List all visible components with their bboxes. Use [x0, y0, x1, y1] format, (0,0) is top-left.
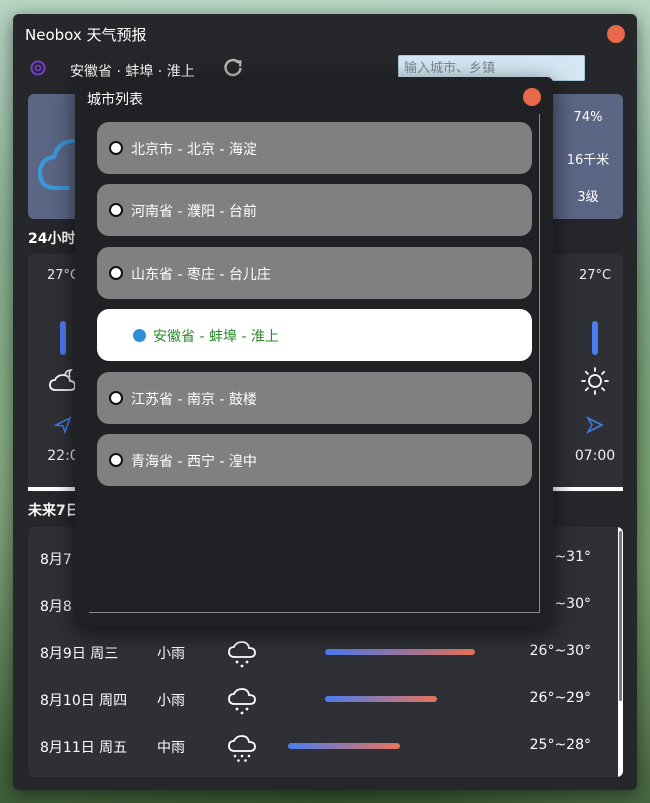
city-item[interactable]: 山东省 - 枣庄 - 台儿庄 — [97, 247, 532, 299]
temperature-bar — [60, 321, 66, 355]
close-button[interactable] — [607, 25, 625, 43]
daily-scrollbar-thumb[interactable] — [619, 531, 622, 701]
day-date: 8月9日 周三 — [40, 646, 119, 662]
city-label: 北京市 - 北京 - 海淀 — [131, 142, 257, 158]
day-date: 8月8 — [40, 599, 72, 615]
day-temperature-range: 25°~28° — [529, 737, 591, 753]
daily-row: 8月11日 周五 中雨 25°~28° — [28, 723, 623, 770]
radio-button[interactable] — [109, 453, 123, 467]
refresh-icon[interactable] — [222, 57, 244, 79]
temperature-range-bar — [325, 649, 475, 655]
city-item[interactable]: 青海省 - 西宁 - 湟中 — [97, 434, 532, 486]
daily-row: 8月10日 周四 小雨 26°~29° — [28, 676, 623, 723]
hourly-section-title: 24小时 — [28, 231, 76, 247]
radio-button[interactable] — [109, 203, 123, 217]
city-label: 安徽省 - 蚌埠 - 淮上 — [153, 329, 279, 345]
dialog-close-button[interactable] — [523, 88, 541, 106]
city-item[interactable]: 河南省 - 濮阳 - 台前 — [97, 184, 532, 236]
day-condition: 小雨 — [157, 646, 185, 662]
day-date: 8月7 — [40, 552, 72, 568]
city-label: 河南省 - 濮阳 - 台前 — [131, 204, 257, 220]
daily-row: 8月9日 周三 小雨 26°~30° — [28, 629, 623, 676]
hourly-item: 27°C 07:00 — [565, 254, 623, 492]
city-label: 江苏省 - 南京 - 鼓楼 — [131, 392, 257, 408]
day-temperature-range: 26°~29° — [529, 690, 591, 706]
weather-stats: 74% 16千米 3级 — [553, 94, 623, 219]
location-settings-icon[interactable] — [29, 59, 47, 77]
day-temperature-range: 26°~30° — [529, 643, 591, 659]
city-item-selected[interactable]: 安徽省 - 蚌埠 - 淮上 — [97, 309, 532, 361]
cloudy-night-icon — [49, 369, 76, 391]
day-condition: 中雨 — [157, 740, 185, 756]
city-list: 北京市 - 北京 - 海淀 河南省 - 濮阳 - 台前 山东省 - 枣庄 - 台… — [89, 114, 540, 613]
radio-button-selected[interactable] — [133, 329, 146, 342]
day-temperature-range: °~30° — [547, 596, 591, 612]
title-bar[interactable]: Neobox 天气预报 — [13, 14, 637, 54]
city-item[interactable]: 北京市 - 北京 - 海淀 — [97, 122, 532, 174]
wind-direction-icon — [54, 416, 72, 434]
city-label: 青海省 - 西宁 - 湟中 — [131, 454, 257, 470]
day-date: 8月10日 周四 — [40, 693, 128, 709]
hour-time: 07:00 — [574, 448, 616, 464]
radio-button[interactable] — [109, 391, 123, 405]
daily-section-title: 未来7日 — [28, 503, 80, 519]
city-list-dialog: 城市列表 北京市 - 北京 - 海淀 河南省 - 濮阳 - 台前 山东省 - 枣… — [75, 77, 553, 627]
wind-level-value: 3级 — [577, 190, 599, 205]
radio-button[interactable] — [109, 266, 123, 280]
temperature-bar — [592, 321, 598, 355]
day-date: 8月11日 周五 — [40, 740, 128, 756]
wind-direction-icon — [586, 416, 604, 434]
radio-button[interactable] — [109, 141, 123, 155]
temperature-range-bar — [325, 696, 437, 702]
city-item[interactable]: 江苏省 - 南京 - 鼓楼 — [97, 372, 532, 424]
hour-temperature: 27°C — [578, 268, 612, 283]
moderate-rain-icon — [228, 735, 256, 762]
temperature-range-bar — [288, 743, 400, 749]
city-label: 山东省 - 枣庄 - 台儿庄 — [131, 267, 271, 283]
daily-scrollbar[interactable] — [618, 527, 623, 777]
visibility-value: 16千米 — [566, 153, 610, 168]
day-condition: 小雨 — [157, 693, 185, 709]
light-rain-icon — [228, 641, 256, 668]
day-temperature-range: °~31° — [547, 549, 591, 565]
humidity-value: 74% — [573, 110, 603, 125]
light-rain-icon — [228, 688, 256, 715]
app-title: Neobox 天气预报 — [25, 26, 147, 44]
sun-icon — [581, 367, 609, 395]
dialog-title: 城市列表 — [87, 92, 143, 108]
